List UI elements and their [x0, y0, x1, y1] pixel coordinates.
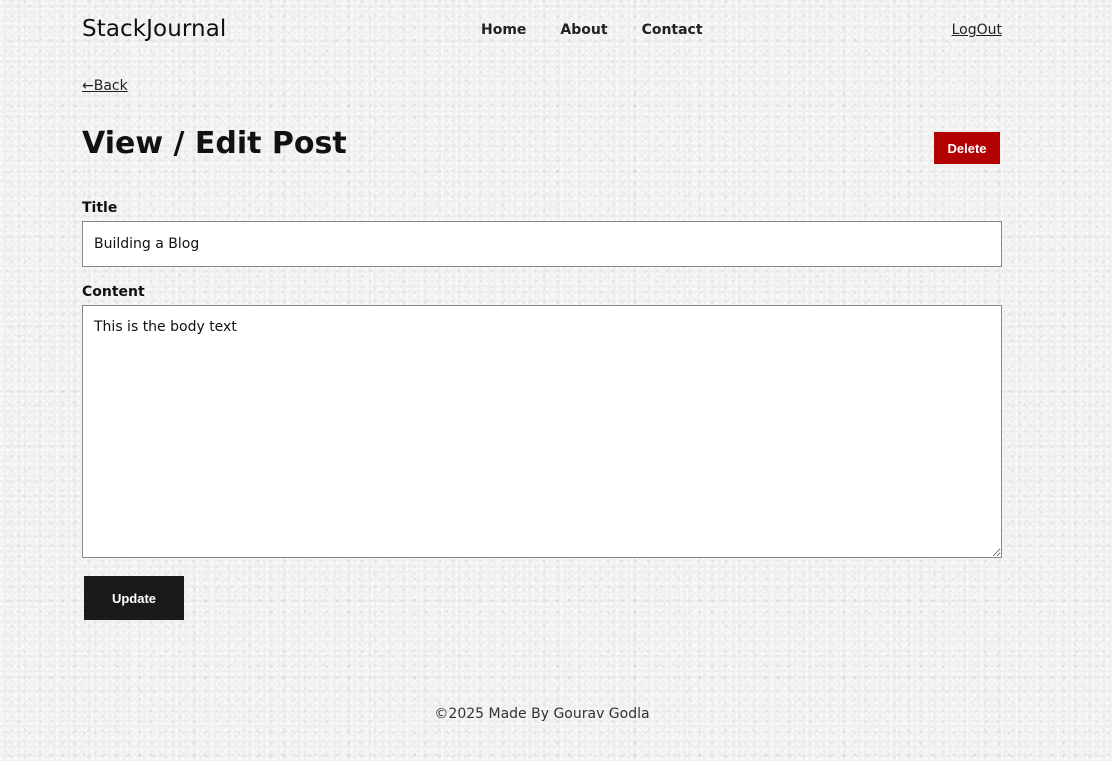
delete-button[interactable]: Delete: [934, 132, 1000, 164]
nav-contact-link[interactable]: Contact: [642, 22, 703, 38]
content-label: Content: [82, 284, 145, 300]
title-label: Title: [82, 200, 118, 216]
main-nav: Home About Contact: [481, 22, 703, 38]
footer-copyright: ©2025 Made By Gourav Godla: [434, 706, 650, 722]
site-header: StackJournal Home About Contact LogOut: [82, 14, 1002, 48]
logout-link[interactable]: LogOut: [952, 22, 1002, 38]
brand-logo[interactable]: StackJournal: [82, 16, 226, 42]
content-textarea[interactable]: This is the body text: [82, 305, 1002, 558]
title-input[interactable]: [82, 221, 1002, 267]
nav-about-link[interactable]: About: [560, 22, 607, 38]
update-button[interactable]: Update: [84, 576, 184, 620]
page-title: View / Edit Post: [82, 126, 347, 161]
nav-home-link[interactable]: Home: [481, 22, 526, 38]
back-link[interactable]: ←Back: [82, 78, 128, 94]
